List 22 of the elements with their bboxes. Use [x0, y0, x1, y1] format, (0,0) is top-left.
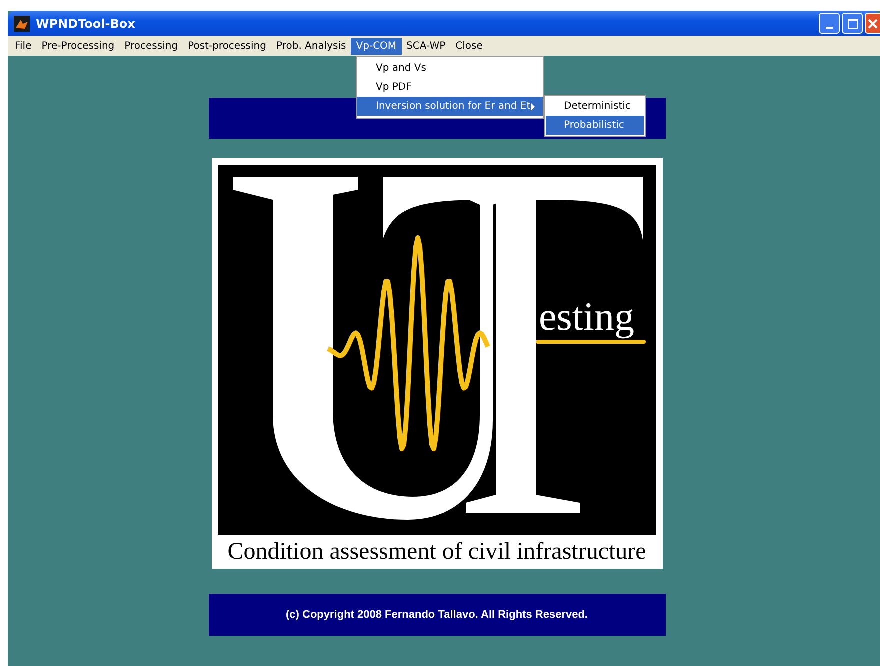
menu-item[interactable]: Prob. Analysis [271, 38, 352, 54]
menu-entry[interactable]: Inversion solution for Er and Et [357, 97, 543, 116]
menu-item[interactable]: Vp-COM [351, 38, 402, 54]
minimize-button[interactable] [819, 13, 840, 34]
logo-word: esting [539, 294, 635, 339]
menu-item[interactable]: File [10, 38, 37, 54]
menu-entry[interactable]: Probabilistic [546, 116, 644, 135]
menu-entry[interactable]: Deterministic [546, 97, 644, 116]
logo-caption: Condition assessment of civil infrastructure [228, 538, 646, 567]
menu-item[interactable]: Pre-Processing [36, 38, 120, 54]
copyright-text: (c) Copyright 2008 Fernando Tallavo. All Rights Reserved. [286, 609, 588, 621]
menu-item[interactable]: Processing [120, 38, 184, 54]
window-title: WPNDTool-Box [36, 16, 136, 30]
app-icon [14, 16, 30, 32]
close-button[interactable] [865, 13, 880, 34]
menu-item[interactable]: Close [450, 38, 488, 54]
menu-entry[interactable]: Vp PDF [357, 78, 543, 97]
close-icon [868, 18, 878, 28]
maximize-button[interactable] [842, 13, 863, 34]
menu-entry[interactable]: Vp and Vs [357, 59, 543, 78]
menu-item[interactable]: SCA-WP [402, 38, 451, 54]
menu-item[interactable]: Post-processing [183, 38, 272, 54]
